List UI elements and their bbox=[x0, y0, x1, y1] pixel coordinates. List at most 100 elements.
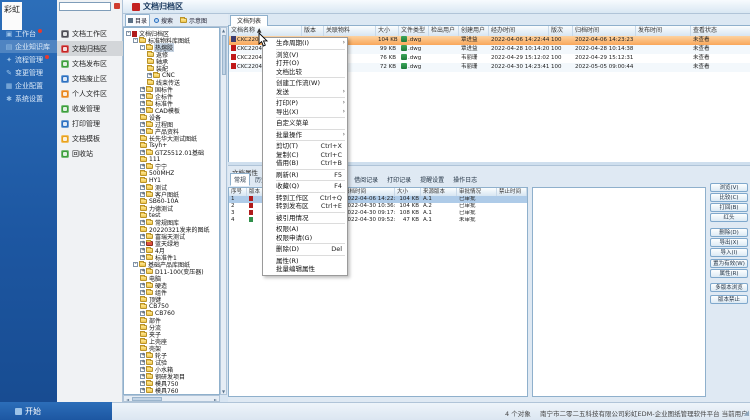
tree-node[interactable]: 轴承 bbox=[124, 58, 219, 65]
action-button-8[interactable]: 置为有效(W) bbox=[710, 259, 748, 268]
file-column-header[interactable]: 文件类型 bbox=[399, 26, 429, 36]
scroll-up-icon[interactable]: ▲ bbox=[221, 28, 226, 33]
tree-expander[interactable]: - bbox=[133, 262, 138, 267]
tree-expander[interactable]: + bbox=[140, 241, 145, 246]
tree-expander[interactable]: + bbox=[140, 360, 145, 365]
sidebar-item-4[interactable]: ✎变更管理 bbox=[0, 66, 57, 79]
action-button-9[interactable]: 属性(R) bbox=[710, 269, 748, 278]
context-menu-item[interactable]: 打印(P)› bbox=[263, 99, 347, 108]
context-menu-item[interactable]: 自定义菜单 bbox=[263, 119, 347, 128]
tree-expander[interactable]: - bbox=[133, 38, 138, 43]
version-column-header[interactable]: 大小 bbox=[395, 188, 421, 196]
context-menu-item[interactable]: 剪切(T)Ctrl+X bbox=[263, 142, 347, 151]
tree-node[interactable]: 500MHZ bbox=[124, 170, 219, 177]
tree-expander[interactable]: + bbox=[140, 311, 145, 316]
context-menu-item[interactable]: 打开(O) bbox=[263, 59, 347, 68]
tree-expander[interactable]: - bbox=[140, 45, 145, 50]
file-column-header[interactable]: 创建用户 bbox=[459, 26, 489, 36]
tree-node[interactable]: CB750 bbox=[124, 303, 219, 310]
properties-tab-7[interactable]: 提醒设置 bbox=[416, 173, 448, 186]
tree-node[interactable]: 分流 bbox=[124, 324, 219, 331]
tree-node[interactable]: 壳架 bbox=[124, 345, 219, 352]
module-item-7[interactable]: 打印管理 bbox=[57, 116, 123, 131]
module-item-1[interactable]: 文档工作区 bbox=[57, 26, 123, 41]
tree-node[interactable]: +组件 bbox=[124, 289, 219, 296]
version-column-header[interactable]: 禁止时间 bbox=[497, 188, 527, 196]
tree-expander[interactable]: - bbox=[126, 31, 131, 36]
action-button-4[interactable]: 红头 bbox=[710, 213, 748, 222]
context-menu-item[interactable]: 文档比较 bbox=[263, 68, 347, 77]
tree-node[interactable]: 装配 bbox=[124, 65, 219, 72]
version-column-header[interactable]: 审批情况 bbox=[457, 188, 497, 196]
tree-expander[interactable]: + bbox=[140, 374, 145, 379]
action-button-6[interactable]: 导出(X) bbox=[710, 238, 748, 247]
tree-node[interactable]: 夹子 bbox=[124, 331, 219, 338]
context-menu-item[interactable]: 批量操作› bbox=[263, 131, 347, 140]
properties-tab-6[interactable]: 打印记录 bbox=[383, 173, 415, 186]
sidebar-item-1[interactable]: ▣工作台 bbox=[0, 27, 57, 40]
action-button-2[interactable]: 比较(C) bbox=[710, 193, 748, 202]
context-menu-item[interactable]: 被引用情况 bbox=[263, 214, 347, 223]
context-menu-item[interactable]: 属性(R) bbox=[263, 257, 347, 266]
tree-vertical-scrollbar[interactable]: ▲ ▼ bbox=[220, 27, 227, 395]
scroll-down-icon[interactable]: ▼ bbox=[221, 389, 226, 394]
version-column-header[interactable]: 归档时间 bbox=[342, 188, 395, 196]
action-button-7[interactable]: 导入(I) bbox=[710, 248, 748, 257]
action-button-5[interactable]: 删除(D) bbox=[710, 228, 748, 237]
tree-tab-1[interactable]: 目录 bbox=[125, 14, 150, 27]
context-menu-item[interactable]: 权限申请(G) bbox=[263, 234, 347, 243]
module-item-9[interactable]: 回收站 bbox=[57, 146, 123, 161]
file-column-header[interactable]: 检出用户 bbox=[429, 26, 459, 36]
tree-expander[interactable]: + bbox=[140, 220, 145, 225]
pin-icon[interactable] bbox=[114, 3, 120, 9]
tree-tab-2[interactable]: 搜索 bbox=[151, 14, 176, 27]
file-column-header[interactable]: 关联物料 bbox=[324, 26, 376, 36]
context-menu-item[interactable]: 收藏(Q)F4 bbox=[263, 182, 347, 191]
file-list-tab[interactable]: 文档列表 bbox=[230, 15, 268, 26]
context-menu-item[interactable]: 转到工作区Ctrl+Q bbox=[263, 194, 347, 203]
context-menu-item[interactable]: 发送› bbox=[263, 88, 347, 97]
tree-expander[interactable]: + bbox=[140, 164, 145, 169]
version-column-header[interactable]: 来源版本 bbox=[421, 188, 457, 196]
tree-horizontal-scrollbar[interactable]: ◄ ► bbox=[123, 395, 220, 402]
tree-expander[interactable]: + bbox=[140, 94, 145, 99]
tree-expander[interactable]: + bbox=[140, 234, 145, 239]
file-column-header[interactable]: 大小 bbox=[376, 26, 399, 36]
module-item-5[interactable]: 个人文件区 bbox=[57, 86, 123, 101]
start-button[interactable]: 开始 bbox=[0, 402, 112, 420]
context-menu-item[interactable]: 复制(C)Ctrl+C bbox=[263, 151, 347, 160]
context-menu-item[interactable]: 借用(B)Ctrl+B bbox=[263, 159, 347, 168]
sidebar-item-6[interactable]: ✱系统设置 bbox=[0, 92, 57, 105]
file-column-header[interactable]: 发布时间 bbox=[636, 26, 691, 36]
tree-node[interactable]: HY1 bbox=[124, 177, 219, 184]
action-button-11[interactable]: 版本禁止 bbox=[710, 295, 748, 304]
tree-node[interactable]: 111 bbox=[124, 156, 219, 163]
properties-tab-1[interactable]: 常规 bbox=[230, 173, 250, 186]
action-button-1[interactable]: 浏览(V) bbox=[710, 183, 748, 192]
context-menu-item[interactable]: 转到发布区Ctrl+E bbox=[263, 202, 347, 211]
tree-node[interactable]: +客户图纸 bbox=[124, 191, 219, 198]
tree-expander[interactable]: + bbox=[140, 185, 145, 190]
tree-expander[interactable]: + bbox=[140, 255, 145, 260]
scroll-thumb[interactable] bbox=[222, 35, 226, 75]
tree-node[interactable]: +蓝天绿地 bbox=[124, 240, 219, 247]
context-menu-item[interactable]: 权限(A) bbox=[263, 225, 347, 234]
context-menu-item[interactable]: 导出(X)› bbox=[263, 108, 347, 117]
context-menu-item[interactable]: 批量编辑属性 bbox=[263, 265, 347, 274]
tree-node[interactable]: +GTZ5512.01基础 bbox=[124, 149, 219, 156]
tree-expander[interactable]: + bbox=[140, 150, 145, 155]
module-item-6[interactable]: 收发管理 bbox=[57, 101, 123, 116]
tree-node[interactable]: 长先华大测试图纸 bbox=[124, 135, 219, 142]
context-menu-item[interactable]: 刷新(R)F5 bbox=[263, 171, 347, 180]
module-search-input[interactable] bbox=[59, 2, 111, 11]
file-column-header[interactable]: 归档时间 bbox=[573, 26, 636, 36]
tree-expander[interactable]: + bbox=[140, 283, 145, 288]
tree-node[interactable]: +CB760 bbox=[124, 310, 219, 317]
tree-node[interactable]: 力德测试 bbox=[124, 205, 219, 212]
action-button-3[interactable]: 打回(B) bbox=[710, 203, 748, 212]
tree-expander[interactable]: + bbox=[140, 269, 145, 274]
module-item-4[interactable]: 文档废止区 bbox=[57, 71, 123, 86]
tree-node[interactable]: 电脑 bbox=[124, 275, 219, 282]
tree-node[interactable]: 顶键 bbox=[124, 296, 219, 303]
module-item-8[interactable]: 文档模板 bbox=[57, 131, 123, 146]
